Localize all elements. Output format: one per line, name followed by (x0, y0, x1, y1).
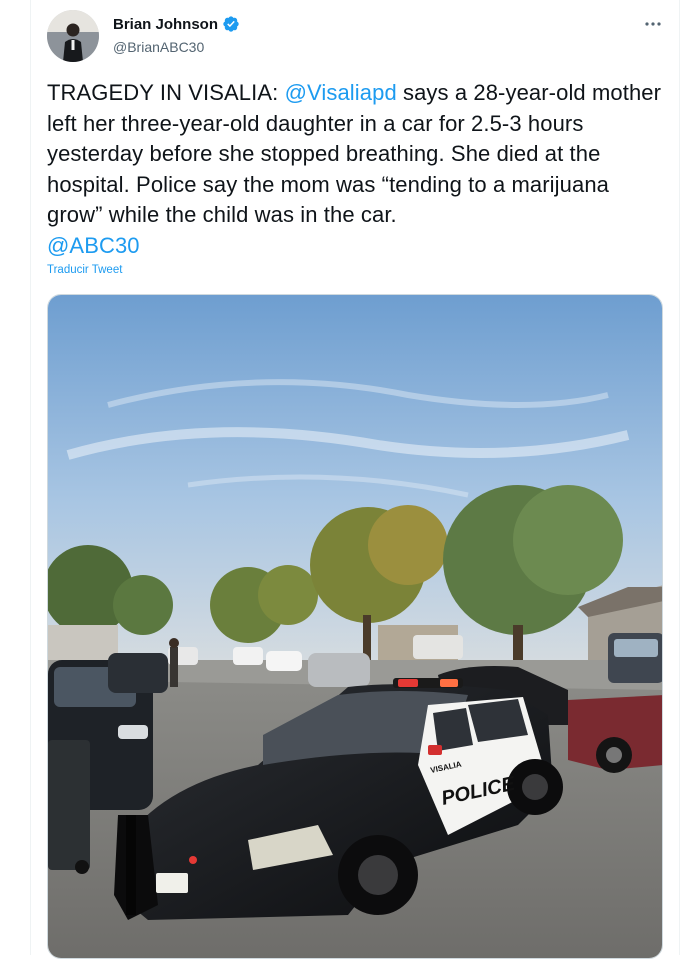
mention-visaliapd-link[interactable]: @Visaliapd (285, 80, 397, 105)
police-car-photo: POLICE VISALIA (48, 295, 662, 958)
author-info: Brian Johnson @BrianABC30 (113, 14, 240, 55)
tweet-text: TRAGEDY IN VISALIA: @Visaliapd says a 28… (47, 78, 667, 261)
more-options-icon[interactable] (643, 16, 663, 32)
tweet-card: Brian Johnson @BrianABC30 TRAGEDY IN VIS… (30, 0, 680, 959)
mention-abc30-link[interactable]: @ABC30 (47, 233, 140, 258)
author-display-name[interactable]: Brian Johnson (113, 16, 218, 33)
translate-tweet-link[interactable]: Traducir Tweet (47, 264, 122, 276)
tweet-media-photo[interactable]: POLICE VISALIA (47, 294, 663, 959)
tweet-text-prefix: TRAGEDY IN VISALIA: (47, 80, 285, 105)
author-name-row: Brian Johnson (113, 14, 240, 34)
author-handle[interactable]: @BrianABC30 (113, 39, 240, 55)
avatar-image (47, 10, 99, 62)
verified-badge-icon (222, 15, 240, 33)
author-avatar[interactable] (47, 10, 99, 62)
